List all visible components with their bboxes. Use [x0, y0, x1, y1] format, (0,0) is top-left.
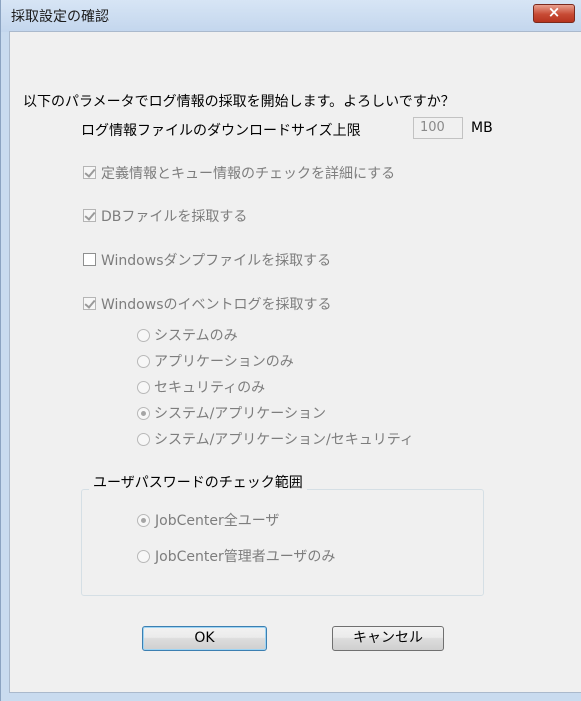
log-size-input[interactable]: 100	[413, 117, 463, 139]
title-bar: 採取設定の確認 ×	[1, 0, 581, 32]
radio-application-only-label: アプリケーションのみ	[154, 354, 294, 370]
windows-dump-label[interactable]: Windowsダンプファイルを採取する	[101, 250, 331, 270]
log-size-label: ログ情報ファイルのダウンロードサイズ上限	[81, 123, 361, 139]
radio-system-only-label: システムのみ	[154, 328, 238, 344]
cancel-button[interactable]: キャンセル	[332, 626, 444, 651]
radio-application-only	[137, 355, 150, 368]
close-icon[interactable]: ×	[534, 3, 574, 21]
radio-all-users	[137, 514, 150, 527]
confirmation-prompt: 以下のパラメータでログ情報の採取を開始します。よろしいですか？	[23, 94, 455, 110]
detail-check-checkbox	[83, 166, 96, 179]
windows-dump-checkbox[interactable]	[83, 253, 96, 266]
radio-system-only	[137, 329, 150, 342]
log-size-unit: MB	[471, 120, 493, 136]
password-check-group	[81, 489, 484, 596]
db-file-checkbox	[83, 209, 96, 222]
event-log-checkbox	[83, 297, 96, 310]
radio-system-application-security	[137, 433, 150, 446]
radio-system-application	[137, 407, 150, 420]
radio-all-users-label: JobCenter全ユーザ	[155, 513, 280, 529]
event-log-label: Windowsのイベントログを採取する	[101, 297, 332, 313]
password-group-title: ユーザパスワードのチェック範囲	[89, 472, 307, 492]
close-button[interactable]: ×	[533, 3, 575, 23]
dialog-window: 採取設定の確認 × 以下のパラメータでログ情報の採取を開始します。よろしいですか…	[0, 0, 581, 701]
radio-system-application-label: システム/アプリケーション	[154, 406, 327, 422]
ok-button[interactable]: OK	[142, 626, 267, 651]
radio-system-application-security-label: システム/アプリケーション/セキュリティ	[154, 432, 414, 448]
radio-admin-users-label: JobCenter管理者ユーザのみ	[155, 549, 336, 565]
radio-security-only-label: セキュリティのみ	[154, 380, 266, 396]
radio-security-only	[137, 381, 150, 394]
db-file-label: DBファイルを採取する	[101, 209, 248, 225]
window-title: 採取設定の確認	[11, 9, 109, 25]
detail-check-label: 定義情報とキュー情報のチェックを詳細にする	[101, 166, 396, 182]
radio-admin-users	[137, 550, 150, 563]
